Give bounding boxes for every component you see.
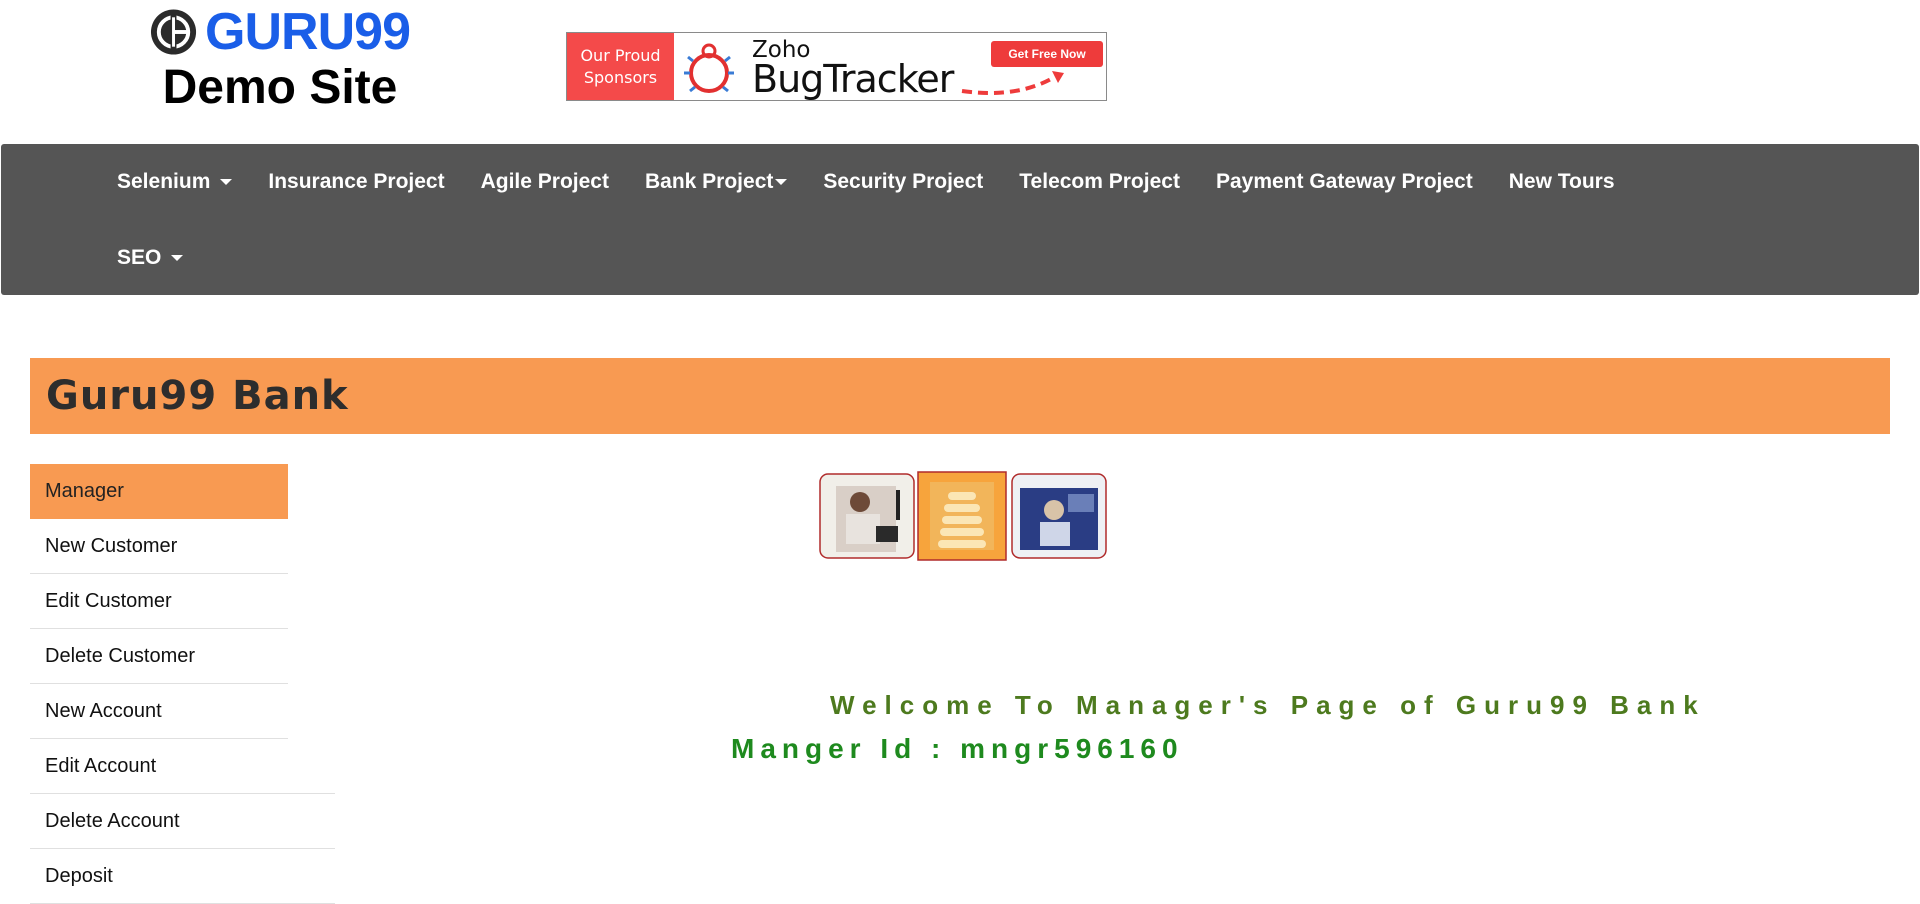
sidebar-item-edit-customer[interactable]: Edit Customer xyxy=(30,574,288,629)
sponsor-label: Our Proud Sponsors xyxy=(567,33,674,100)
sponsor-label-line2: Sponsors xyxy=(583,67,658,87)
caret-down-icon xyxy=(775,179,788,185)
nav-item-label: Bank Project xyxy=(644,170,774,193)
sidebar-item-manager[interactable]: Manager xyxy=(30,464,288,519)
bank-banner-image xyxy=(819,471,1107,561)
site-subtitle: Demo Site xyxy=(162,61,398,114)
sidebar-item-deposit[interactable]: Deposit xyxy=(30,849,335,904)
nav-item-label: Security Project xyxy=(823,170,984,193)
nav-item-agile-project[interactable]: Agile Project xyxy=(463,170,627,194)
sponsor-brand-large: BugTracker xyxy=(752,57,954,101)
sidebar-item-new-account[interactable]: New Account xyxy=(30,684,288,739)
sidebar-menu: Manager New Customer Edit Customer Delet… xyxy=(30,464,335,904)
nav-item-bank-project[interactable]: Bank Project xyxy=(627,170,805,194)
nav-item-label: SEO xyxy=(117,246,162,269)
caret-down-icon xyxy=(171,255,184,261)
bug-icon xyxy=(684,43,734,93)
get-free-now-button[interactable]: Get Free Now xyxy=(991,41,1103,67)
nav-item-selenium[interactable]: Selenium xyxy=(99,170,250,194)
caret-down-icon xyxy=(220,179,233,185)
welcome-message: Welcome To Manager's Page of Guru99 Bank xyxy=(830,690,1706,720)
nav-item-label: Agile Project xyxy=(480,170,609,193)
nav-item-label: New Tours xyxy=(1508,170,1615,193)
bank-title: Guru99 Bank xyxy=(46,373,349,419)
sidebar-item-delete-customer[interactable]: Delete Customer xyxy=(30,629,288,684)
main-navbar: Selenium Insurance Project Agile Project… xyxy=(1,144,1919,295)
sponsor-label-line1: Our Proud xyxy=(580,45,661,65)
sponsor-banner[interactable]: Our Proud Sponsors Zoho BugTracker Get F… xyxy=(566,32,1107,101)
nav-item-seo[interactable]: SEO xyxy=(99,246,201,270)
manager-id-text: Manger Id : mngr596160 xyxy=(731,733,1184,764)
nav-item-telecom-project[interactable]: Telecom Project xyxy=(1001,170,1198,194)
nav-row-2: SEO xyxy=(99,220,201,296)
guru99-logo-icon xyxy=(150,9,197,55)
nav-item-label: Telecom Project xyxy=(1019,170,1180,193)
sidebar-item-new-customer[interactable]: New Customer xyxy=(30,519,288,574)
nav-row-1: Selenium Insurance Project Agile Project… xyxy=(99,144,1633,220)
sidebar-item-edit-account[interactable]: Edit Account xyxy=(30,739,335,794)
dashed-arrow-icon xyxy=(961,71,1064,95)
sidebar-item-delete-account[interactable]: Delete Account xyxy=(30,794,335,849)
nav-item-label: Payment Gateway Project xyxy=(1215,170,1473,193)
nav-item-label: Selenium xyxy=(117,170,211,193)
nav-item-new-tours[interactable]: New Tours xyxy=(1491,170,1633,194)
logo-text: GURU99 xyxy=(205,3,411,61)
site-logo[interactable]: GURU99 Demo Site xyxy=(150,3,411,116)
nav-item-security-project[interactable]: Security Project xyxy=(805,170,1001,194)
bank-header: Guru99 Bank xyxy=(30,358,1890,434)
nav-item-insurance-project[interactable]: Insurance Project xyxy=(250,170,462,194)
nav-item-label: Insurance Project xyxy=(268,170,445,193)
nav-item-payment-gateway-project[interactable]: Payment Gateway Project xyxy=(1198,170,1491,194)
